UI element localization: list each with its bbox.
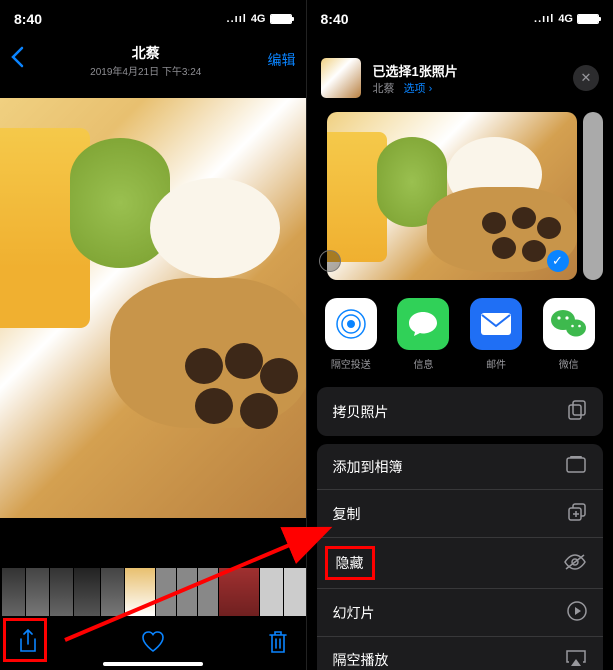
thumbnail[interactable] — [260, 568, 283, 616]
mail-icon — [470, 298, 522, 350]
thumbnail-strip[interactable] — [0, 568, 306, 618]
status-time: 8:40 — [14, 11, 42, 27]
thumbnail[interactable] — [50, 568, 73, 616]
thumbnail[interactable] — [74, 568, 100, 616]
status-bar: 8:40 ..ııl 4G — [307, 0, 613, 38]
hide-icon — [563, 553, 587, 574]
thumbnail[interactable] — [101, 568, 124, 616]
airdrop-icon — [325, 298, 377, 350]
selectable-photo[interactable] — [583, 112, 603, 280]
airplay-icon — [565, 649, 587, 670]
deselect-circle[interactable] — [319, 250, 341, 272]
add-to-album-action[interactable]: 添加到相簿 — [317, 444, 604, 490]
trash-icon[interactable] — [268, 630, 288, 659]
photo-title: 北蔡 — [24, 43, 268, 63]
selected-check-icon[interactable]: ✓ — [547, 250, 569, 272]
battery-icon — [577, 14, 599, 24]
signal-icon: ..ııl — [534, 13, 554, 25]
thumbnail[interactable] — [177, 568, 197, 616]
annotation-share-box — [3, 618, 47, 662]
action-label: 复制 — [333, 504, 361, 524]
share-apps-row: 隔空投送 信息 邮件 微信 — [307, 292, 613, 387]
back-button[interactable] — [10, 46, 24, 75]
thumbnail[interactable] — [26, 568, 49, 616]
wechat-button[interactable]: 微信 — [543, 298, 595, 371]
action-label: 隐藏 — [336, 555, 364, 571]
status-bar: 8:40 ..ııl 4G — [0, 0, 306, 38]
action-label: 隔空播放 — [333, 650, 389, 670]
action-label: 幻灯片 — [333, 603, 375, 623]
thumbnail[interactable] — [284, 568, 307, 616]
thumbnail[interactable] — [156, 568, 176, 616]
main-photo[interactable] — [0, 98, 306, 518]
messages-button[interactable]: 信息 — [397, 298, 449, 371]
action-group-1: 拷贝照片 — [317, 387, 604, 436]
action-label: 拷贝照片 — [333, 402, 389, 422]
network-label: 4G — [558, 13, 573, 25]
photo-title-block: 北蔡 2019年4月21日 下午3:24 — [24, 43, 268, 78]
photo-header: 北蔡 2019年4月21日 下午3:24 编辑 — [0, 38, 306, 82]
app-label: 信息 — [413, 356, 433, 371]
wechat-icon — [543, 298, 595, 350]
app-label: 隔空投送 — [331, 356, 371, 371]
network-label: 4G — [251, 13, 266, 25]
share-title: 已选择1张照片 — [373, 61, 562, 80]
battery-icon — [270, 14, 292, 24]
app-label: 邮件 — [486, 356, 506, 371]
copy-photo-icon — [567, 399, 587, 424]
selectable-photo[interactable]: ✓ — [327, 112, 577, 280]
photo-subtitle: 2019年4月21日 下午3:24 — [24, 63, 268, 78]
status-indicators: ..ııl 4G — [227, 13, 292, 25]
action-label: 添加到相簿 — [333, 457, 403, 477]
slideshow-action[interactable]: 幻灯片 — [317, 589, 604, 637]
album-icon — [565, 456, 587, 477]
app-label: 微信 — [559, 356, 579, 371]
photo-selector[interactable]: ✓ — [307, 108, 613, 292]
right-screen: 8:40 ..ııl 4G 已选择1张照片 北蔡 选项 › ✕ ✓ — [307, 0, 613, 670]
copy-action[interactable]: 复制 — [317, 490, 604, 538]
mail-button[interactable]: 邮件 — [470, 298, 522, 371]
hide-action[interactable]: 隐藏 — [317, 538, 604, 589]
status-time: 8:40 — [321, 11, 349, 27]
edit-button[interactable]: 编辑 — [268, 50, 296, 70]
close-button[interactable]: ✕ — [573, 65, 599, 91]
left-screen: 8:40 ..ııl 4G 北蔡 2019年4月21日 下午3:24 编辑 — [0, 0, 307, 670]
thumbnail[interactable] — [2, 568, 25, 616]
action-group-2: 添加到相簿 复制 隐藏 幻灯片 隔空播放 — [317, 444, 604, 670]
signal-icon: ..ııl — [227, 13, 247, 25]
share-location: 北蔡 — [373, 83, 395, 95]
thumbnail[interactable] — [198, 568, 218, 616]
thumbnail[interactable] — [219, 568, 259, 616]
home-indicator[interactable] — [103, 662, 203, 666]
status-indicators: ..ııl 4G — [534, 13, 599, 25]
share-options-button[interactable]: 选项 › — [404, 83, 433, 95]
copy-icon — [567, 502, 587, 525]
play-icon — [567, 601, 587, 624]
heart-icon[interactable] — [141, 631, 165, 658]
airplay-action[interactable]: 隔空播放 — [317, 637, 604, 670]
messages-icon — [397, 298, 449, 350]
selected-thumb — [321, 58, 361, 98]
copy-photo-action[interactable]: 拷贝照片 — [317, 387, 604, 436]
airdrop-button[interactable]: 隔空投送 — [325, 298, 377, 371]
share-sheet-header: 已选择1张照片 北蔡 选项 › ✕ — [307, 48, 613, 108]
thumbnail[interactable] — [125, 568, 155, 616]
